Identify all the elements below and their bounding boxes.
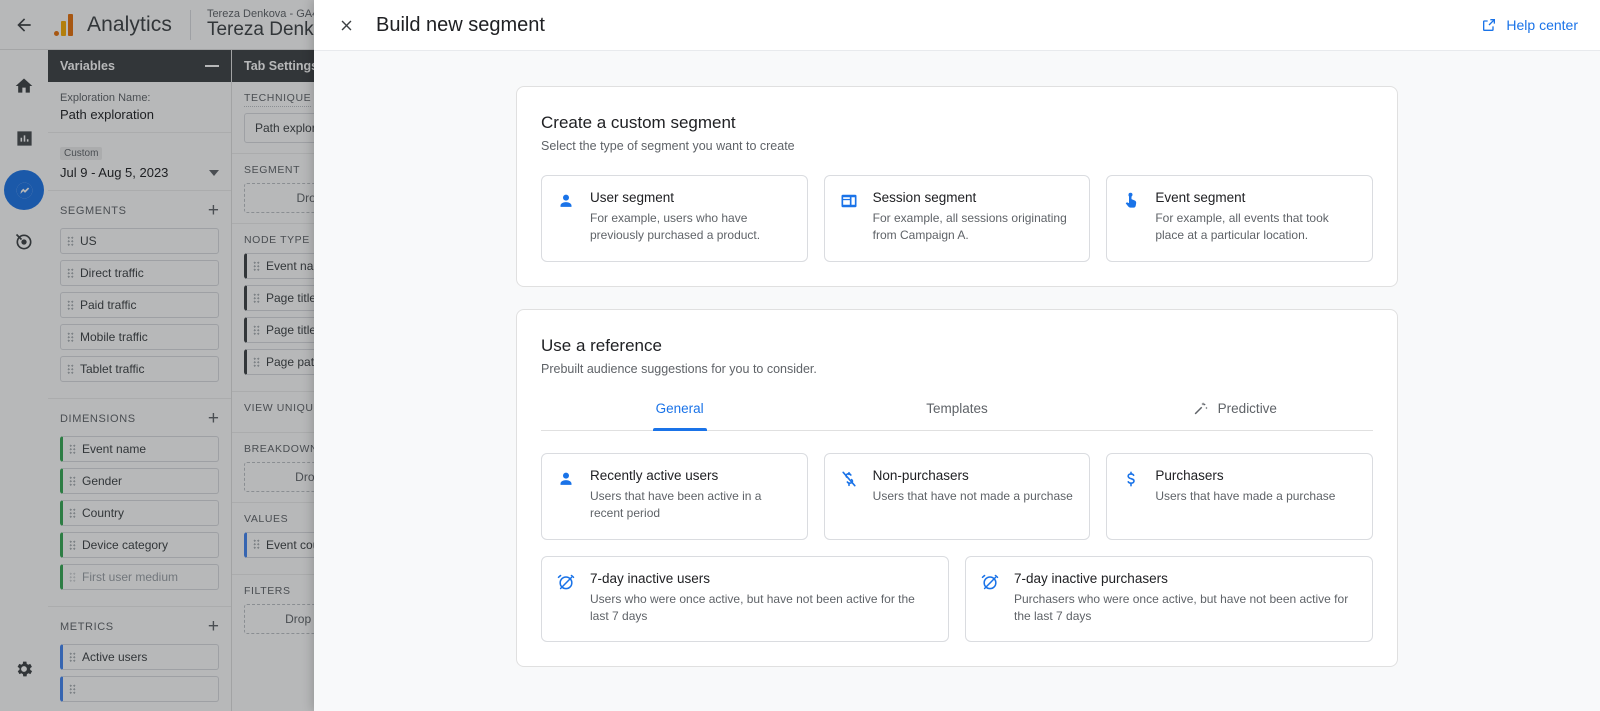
option-description: Users that have been active in a recent …	[590, 488, 762, 521]
option-title: User segment	[590, 190, 675, 205]
alarm-off-icon	[980, 571, 1002, 626]
reference-row-2: 7-day inactive users Users who were once…	[541, 555, 1373, 643]
option-description: Users who were once active, but have not…	[590, 591, 915, 623]
option-description: For example, all sessions originating fr…	[872, 211, 1067, 243]
option-title: Session segment	[872, 190, 977, 205]
tab-label: Templates	[926, 400, 988, 416]
build-new-segment-dialog: Build new segment Help center Create a c…	[314, 0, 1600, 711]
reference-title: Use a reference	[541, 335, 662, 355]
non-purchasers-option[interactable]: Non-purchasers Users that have not made …	[823, 452, 1091, 540]
option-description: Users that have not made a purchase	[872, 488, 1073, 503]
dollar-icon	[1121, 468, 1143, 523]
person-icon	[556, 190, 578, 245]
dialog-header: Build new segment Help center	[314, 0, 1600, 50]
use-a-reference-card: Use a reference Prebuilt audience sugges…	[516, 308, 1398, 668]
option-description: For example, all events that took place …	[1155, 211, 1329, 243]
touch-app-icon	[1121, 190, 1143, 245]
create-custom-segment-card: Create a custom segment Select the type …	[516, 86, 1398, 287]
reference-subtitle: Prebuilt audience suggestions for you to…	[541, 361, 817, 376]
tab-predictive[interactable]: Predictive	[1096, 388, 1373, 430]
option-description: Purchasers who were once active, but hav…	[1014, 591, 1349, 623]
user-segment-option[interactable]: User segment For example, users who have…	[541, 175, 808, 262]
seven-day-inactive-purchasers-option[interactable]: 7-day inactive purchasers Purchasers who…	[965, 555, 1373, 643]
close-icon[interactable]	[332, 11, 360, 39]
tab-label: Predictive	[1217, 400, 1277, 416]
reference-cards: Recently active users Users that have be…	[541, 431, 1374, 643]
tab-general[interactable]: General	[541, 388, 818, 430]
option-title: Event segment	[1155, 190, 1246, 205]
help-center-label: Help center	[1506, 17, 1578, 33]
option-description: For example, users who have previously p…	[590, 211, 761, 243]
custom-segment-title: Create a custom segment	[541, 113, 736, 132]
purchasers-option[interactable]: Purchasers Users that have made a purcha…	[1106, 452, 1374, 540]
recently-active-users-option[interactable]: Recently active users Users that have be…	[541, 452, 808, 540]
option-description: Users that have made a purchase	[1155, 488, 1336, 503]
page-title: Build new segment	[376, 13, 545, 36]
custom-segment-subtitle: Select the type of segment you want to c…	[541, 139, 795, 153]
option-title: Recently active users	[590, 467, 719, 483]
option-title: Purchasers	[1155, 467, 1224, 483]
option-title: 7-day inactive purchasers	[1014, 570, 1168, 586]
event-segment-option[interactable]: Event segment For example, all events th…	[1106, 175, 1374, 262]
web-layout-icon	[839, 190, 861, 245]
magic-wand-icon	[1192, 400, 1209, 417]
tab-templates[interactable]: Templates	[818, 388, 1095, 430]
help-center-link[interactable]: Help center	[1481, 17, 1578, 33]
dialog-body: Create a custom segment Select the type …	[314, 50, 1600, 711]
tab-label: General	[655, 400, 704, 416]
option-title: Non-purchasers	[872, 467, 969, 483]
segment-type-options: User segment For example, users who have…	[541, 175, 1374, 262]
screen: Analytics Tereza Denkova - GA4 Tereza De…	[0, 0, 1600, 711]
open-in-new-icon	[1481, 17, 1497, 33]
option-title: 7-day inactive users	[590, 570, 711, 586]
alarm-off-icon	[556, 571, 578, 626]
person-icon	[556, 468, 578, 523]
reference-tabs: General Templates Predictive	[541, 388, 1373, 431]
reference-row-1: Recently active users Users that have be…	[541, 452, 1374, 540]
session-segment-option[interactable]: Session segment For example, all session…	[823, 175, 1091, 262]
seven-day-inactive-users-option[interactable]: 7-day inactive users Users who were once…	[541, 555, 949, 643]
money-off-icon	[839, 468, 861, 523]
